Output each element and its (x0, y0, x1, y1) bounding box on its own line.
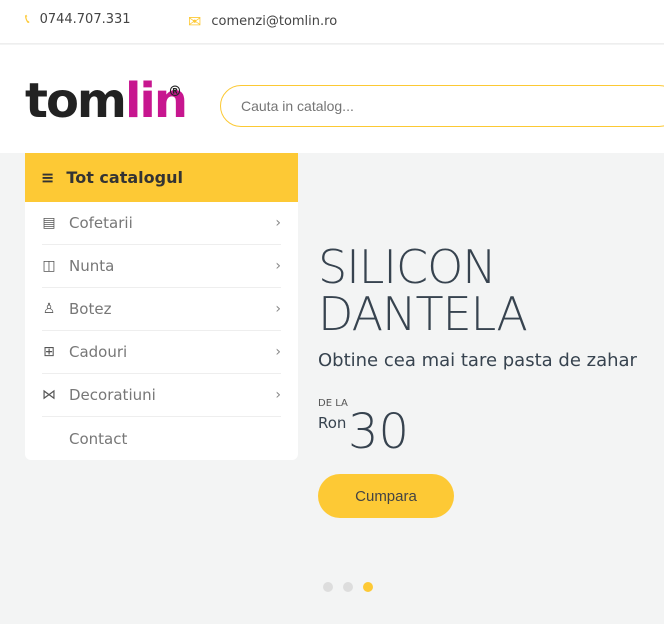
menu-item-label: Decoratiuni (69, 386, 156, 404)
buy-button[interactable]: Cumpara (318, 474, 454, 518)
envelope-icon: ✉ (188, 12, 202, 31)
menu-title: Tot catalogul (66, 168, 183, 187)
menu-item-cadouri[interactable]: ⊞ Cadouri › (42, 331, 281, 374)
slide-dot-1[interactable] (323, 582, 333, 592)
menu-item-label: Contact (69, 429, 128, 448)
top-bar: 📞︎ 0744.707.331 ✉ comenzi@tomlin.ro (0, 0, 664, 44)
garland-icon: ⋈ (42, 387, 56, 403)
menu-item-label: Botez (69, 300, 112, 318)
price-currency: Ron (318, 414, 347, 432)
suit-icon: ◫ (42, 258, 56, 274)
price-value: 30 (348, 404, 410, 460)
chevron-right-icon: › (275, 387, 281, 403)
chevron-right-icon: › (275, 215, 281, 231)
baby-icon: ♙ (42, 301, 56, 317)
menu-item-botez[interactable]: ♙ Botez › (42, 288, 281, 331)
logo-part1: tom (25, 73, 127, 129)
category-menu: ≡ Tot catalogul ▤ Cofetarii › ◫ Nunta › ♙ Bot… (25, 153, 298, 460)
menu-item-label: Cofetarii (69, 214, 133, 232)
gift-icon: ⊞ (43, 344, 55, 360)
hero-subtitle: Obtine cea mai tare pasta de zahar (318, 350, 637, 371)
email-address: comenzi@tomlin.ro (211, 14, 338, 29)
slide-dot-2[interactable] (343, 582, 353, 592)
menu-item-cofetarii[interactable]: ▤ Cofetarii › (42, 202, 281, 245)
menu-item-decoratiuni[interactable]: ⋈ Decoratiuni › (42, 374, 281, 417)
menu-item-label: Nunta (69, 257, 115, 275)
hero-title-line1: SILICON (318, 240, 497, 294)
chevron-right-icon: › (275, 301, 281, 317)
chevron-right-icon: › (275, 258, 281, 274)
phone-number: 0744.707.331 (39, 12, 131, 27)
search-input[interactable] (220, 85, 664, 127)
menu-header[interactable]: ≡ Tot catalogul (25, 153, 298, 202)
header: tomlin ® (0, 45, 664, 153)
phone-icon: 📞︎ (25, 12, 30, 27)
logo-part2: lin (124, 73, 188, 129)
menu-item-contact[interactable]: Contact (42, 417, 281, 460)
price-prefix: DE LA (318, 398, 348, 409)
phone-contact[interactable]: 📞︎ 0744.707.331 (25, 12, 131, 27)
slide-dot-3-active[interactable] (363, 582, 373, 592)
email-contact[interactable]: ✉ comenzi@tomlin.ro (188, 12, 337, 31)
cake-icon: ▤ (42, 215, 56, 231)
logo-registered: ® (168, 84, 182, 100)
logo[interactable]: tomlin ® (25, 77, 188, 125)
menu-item-nunta[interactable]: ◫ Nunta › (42, 245, 281, 288)
hero-title-line2: DANTELA (318, 287, 528, 341)
hamburger-icon: ≡ (41, 168, 55, 187)
hero-title: SILICON DANTELA (318, 240, 528, 341)
chevron-right-icon: › (275, 344, 281, 360)
menu-item-label: Cadouri (69, 343, 128, 361)
